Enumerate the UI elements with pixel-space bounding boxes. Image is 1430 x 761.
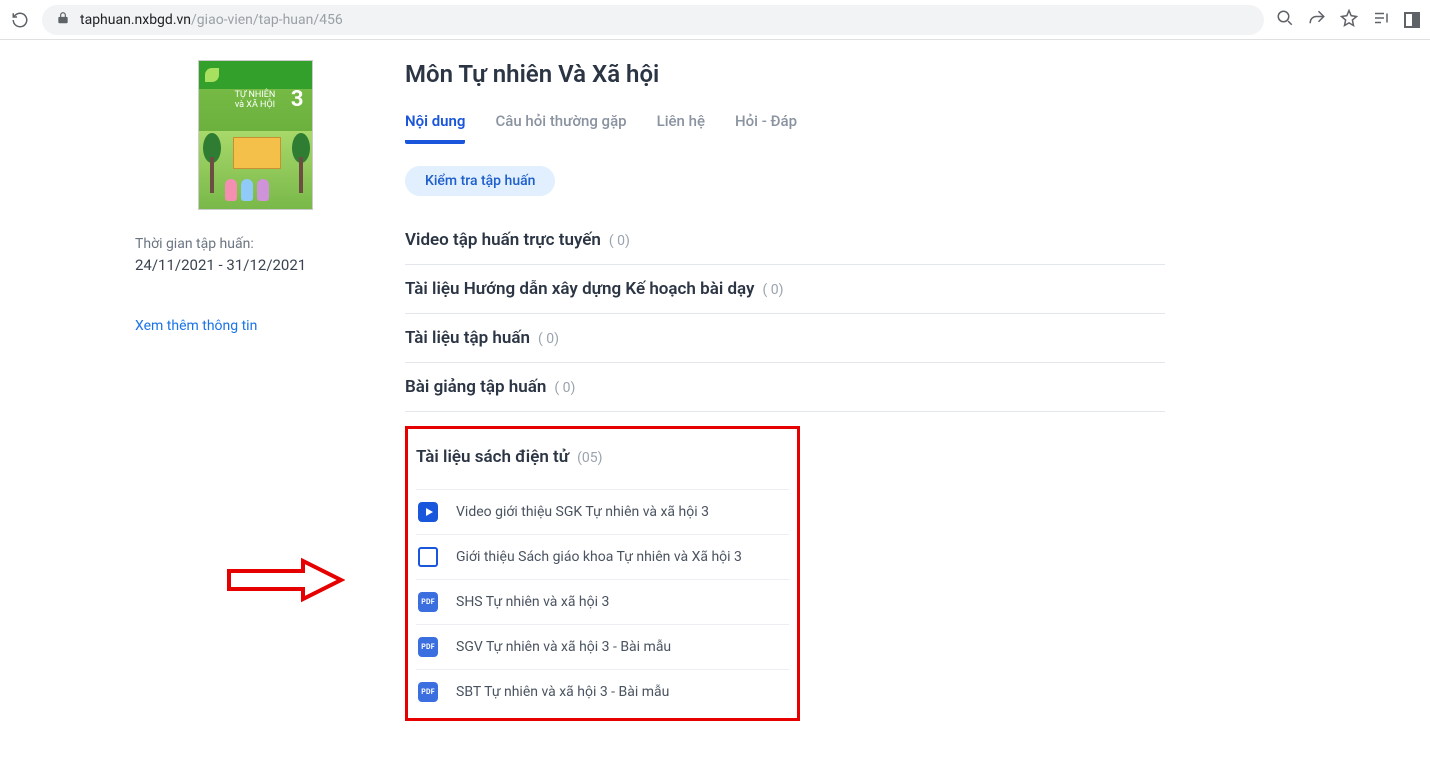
reading-list-icon[interactable] [1372, 9, 1390, 31]
resource-item[interactable]: PDF SBT Tự nhiên và xã hội 3 - Bài mẫu [416, 669, 789, 714]
resource-label: SBT Tự nhiên và xã hội 3 - Bài mẫu [456, 684, 669, 700]
resource-item[interactable]: Giới thiệu Sách giáo khoa Tự nhiên và Xã… [416, 534, 789, 579]
star-icon[interactable] [1340, 9, 1358, 31]
book-title-line2: và XÃ HỘI [235, 101, 276, 111]
share-icon[interactable] [1308, 9, 1326, 31]
exam-chip[interactable]: Kiểm tra tập huấn [405, 166, 555, 196]
leaf-icon [205, 68, 219, 82]
section-count: ( 0) [762, 282, 783, 298]
zoom-icon[interactable] [1276, 9, 1294, 31]
url-path: /giao-vien/tap-huan/456 [191, 12, 343, 28]
book-title: TỰ NHIÊN và XÃ HỘI [235, 91, 276, 111]
resource-label: Giới thiệu Sách giáo khoa Tự nhiên và Xã… [456, 549, 742, 565]
url-host: taphuan.nxbgd.vn [80, 12, 191, 28]
more-info-link[interactable]: Xem thêm thông tin [135, 318, 375, 334]
section-title: Tài liệu Hướng dẫn xây dựng Kế hoạch bài… [405, 279, 755, 299]
tab-qa[interactable]: Hỏi - Đáp [735, 112, 797, 144]
tab-faq[interactable]: Câu hỏi thường gặp [495, 112, 626, 144]
url-text: taphuan.nxbgd.vn/giao-vien/tap-huan/456 [80, 12, 343, 28]
tab-content[interactable]: Nội dung [405, 112, 465, 144]
book-grade: 3 [291, 87, 304, 112]
resource-item[interactable]: PDF SGV Tự nhiên và xã hội 3 - Bài mẫu [416, 624, 789, 669]
lock-icon [56, 11, 70, 29]
address-bar[interactable]: taphuan.nxbgd.vn/giao-vien/tap-huan/456 [42, 5, 1264, 35]
resource-list: Video giới thiệu SGK Tự nhiên và xã hội … [416, 489, 789, 714]
ebook-highlight-box: Tài liệu sách điện tử (05) Video giới th… [405, 426, 800, 721]
training-time-value: 24/11/2021 - 31/12/2021 [135, 256, 375, 274]
section-count: ( 0) [609, 233, 630, 249]
section-lecture[interactable]: Bài giảng tập huấn ( 0) [405, 363, 1165, 412]
section-count: (05) [577, 450, 602, 466]
resource-label: Video giới thiệu SGK Tự nhiên và xã hội … [456, 504, 709, 520]
section-video[interactable]: Video tập huấn trực tuyến ( 0) [405, 216, 1165, 265]
page-title: Môn Tự nhiên Và Xã hội [405, 60, 1165, 88]
book-cover: TỰ NHIÊN và XÃ HỘI 3 [198, 60, 313, 210]
section-count: ( 0) [538, 331, 559, 347]
play-icon [418, 502, 438, 522]
pdf-icon: PDF [418, 637, 438, 657]
resource-label: SHS Tự nhiên và xã hội 3 [456, 594, 609, 610]
resource-item[interactable]: PDF SHS Tự nhiên và xã hội 3 [416, 579, 789, 624]
section-title: Tài liệu sách điện tử [416, 447, 569, 467]
resource-label: SGV Tự nhiên và xã hội 3 - Bài mẫu [456, 639, 671, 655]
panel-icon[interactable] [1404, 12, 1420, 28]
pdf-icon: PDF [418, 682, 438, 702]
tab-contact[interactable]: Liên hệ [657, 112, 705, 144]
section-count: ( 0) [554, 380, 575, 396]
browser-toolbar: taphuan.nxbgd.vn/giao-vien/tap-huan/456 [0, 0, 1430, 40]
training-time-label: Thời gian tập huấn: [135, 236, 375, 252]
browser-actions [1276, 9, 1420, 31]
section-docs[interactable]: Tài liệu tập huấn ( 0) [405, 314, 1165, 363]
pdf-icon: PDF [418, 592, 438, 612]
section-title: Bài giảng tập huấn [405, 377, 546, 397]
sidebar: TỰ NHIÊN và XÃ HỘI 3 Thời gian tập huấn:… [135, 60, 375, 721]
tabs: Nội dung Câu hỏi thường gặp Liên hệ Hỏi … [405, 112, 1165, 144]
section-title: Video tập huấn trực tuyến [405, 230, 601, 250]
main: Môn Tự nhiên Và Xã hội Nội dung Câu hỏi … [405, 60, 1165, 721]
section-guide[interactable]: Tài liệu Hướng dẫn xây dựng Kế hoạch bài… [405, 265, 1165, 314]
section-title: Tài liệu tập huấn [405, 328, 530, 348]
resource-item[interactable]: Video giới thiệu SGK Tự nhiên và xã hội … [416, 489, 789, 534]
page-content: TỰ NHIÊN và XÃ HỘI 3 Thời gian tập huấn:… [115, 60, 1315, 721]
slide-icon [418, 547, 438, 567]
reload-icon[interactable] [10, 10, 30, 30]
section-ebook[interactable]: Tài liệu sách điện tử (05) [416, 437, 789, 481]
